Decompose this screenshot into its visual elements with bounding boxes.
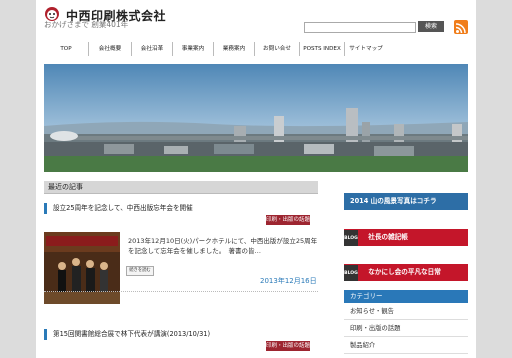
category-item-printing[interactable]: 印刷・出版の話題	[344, 321, 468, 337]
category-header: カテゴリー	[344, 290, 468, 303]
blog-tag: BLOG	[344, 265, 358, 281]
section-title-recent-posts: 最近の記事	[44, 181, 318, 194]
nav-services[interactable]: 業務案内	[214, 42, 255, 56]
post-divider	[44, 291, 318, 292]
main-nav: TOP 会社概要 会社沿革 事業案内 業務案内 お問い合せ POSTS INDE…	[44, 42, 387, 56]
nav-contact[interactable]: お問い合せ	[255, 42, 300, 56]
nav-company-profile[interactable]: 会社概要	[89, 42, 132, 56]
category-item-news[interactable]: お知らせ・観告	[344, 304, 468, 320]
blog-tag: BLOG	[344, 230, 358, 246]
hero-banner-city-photo	[44, 64, 468, 172]
nakanishi-blog-label: なかにし会の平凡な日常	[368, 268, 441, 276]
nav-posts-index[interactable]: POSTS INDEX	[300, 42, 345, 56]
search-input[interactable]	[304, 22, 416, 33]
rss-icon[interactable]	[454, 20, 468, 34]
nav-business[interactable]: 事業案内	[173, 42, 214, 56]
post-excerpt-1: 2013年12月10日(火)パークホテルにて、中西出版が設立25周年を記念して忘…	[128, 237, 318, 255]
nav-sitemap[interactable]: サイトマップ	[345, 42, 387, 56]
read-more-button[interactable]: 続きを読む	[126, 266, 154, 276]
page: 中西印刷株式会社 おかげさまで 創業401年 検索 TOP 会社概要 会社沿革 …	[36, 0, 476, 358]
tagline: おかげさまで 創業401年	[44, 20, 129, 29]
nav-company-history[interactable]: 会社沿革	[132, 42, 173, 56]
search-button[interactable]: 検索	[418, 21, 444, 32]
nav-top[interactable]: TOP	[44, 42, 89, 56]
mountain-photo-banner-label: 2014 山の風景写真はコチラ	[350, 197, 437, 205]
post-category-2[interactable]: 印刷・出版の話題	[266, 341, 310, 351]
post-title-1[interactable]: 設立25周年を記念して、中西出版忘年会を開催	[44, 203, 318, 214]
president-blog-banner[interactable]: BLOG 社長の雑記帳	[344, 229, 468, 246]
nakanishi-blog-banner[interactable]: BLOG なかにし会の平凡な日常	[344, 264, 468, 281]
category-item-products[interactable]: 製品紹介	[344, 338, 468, 354]
president-blog-label: 社長の雑記帳	[368, 233, 408, 241]
post-date-1: 2013年12月16日	[260, 277, 317, 285]
post-category-1[interactable]: 印刷・出版の話題	[266, 215, 310, 225]
post-photo-1[interactable]	[44, 232, 120, 304]
post-title-2[interactable]: 第15回関書館総合展で林下代表が講演(2013/10/31)	[44, 329, 318, 340]
mountain-photo-banner[interactable]: 2014 山の風景写真はコチラ	[344, 193, 468, 210]
